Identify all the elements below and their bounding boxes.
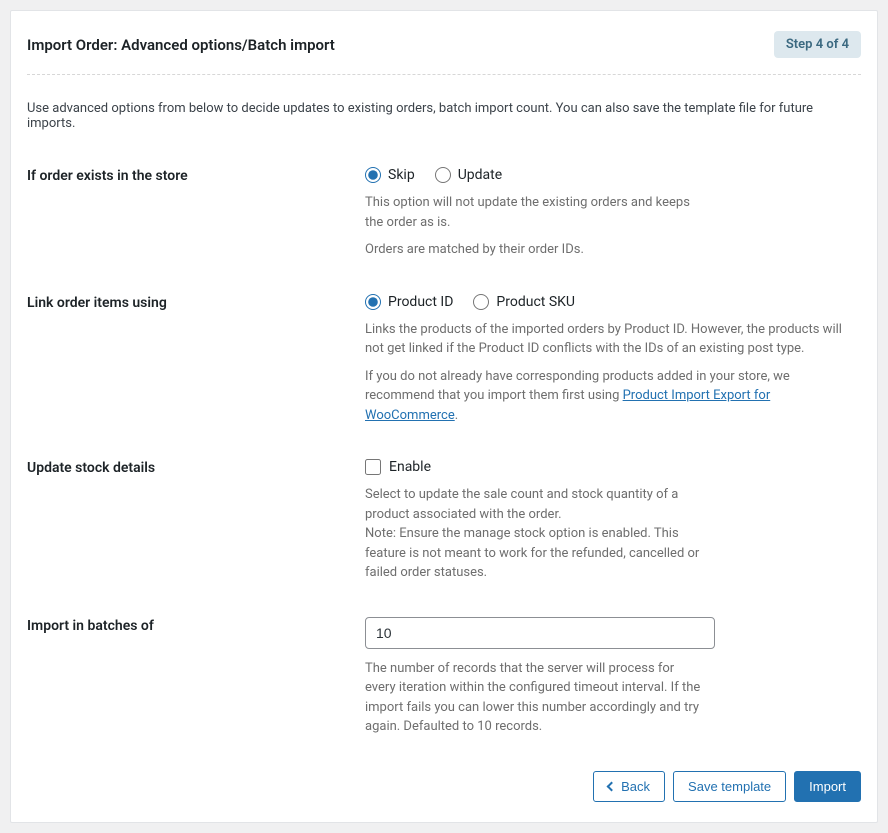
link-items-help-2: If you do not already have corresponding… — [365, 367, 861, 426]
field-link-items: Link order items using Product ID Produc… — [27, 294, 861, 426]
radio-skip-label: Skip — [388, 167, 415, 183]
back-button-label: Back — [621, 779, 650, 794]
import-advanced-panel: Import Order: Advanced options/Batch imp… — [10, 10, 878, 823]
if-exists-radio-group: Skip Update — [365, 167, 861, 183]
stock-help-1: Select to update the sale count and stoc… — [365, 485, 705, 524]
stock-help-2: Note: Ensure the manage stock option is … — [365, 524, 705, 583]
page-title: Import Order: Advanced options/Batch imp… — [27, 36, 335, 54]
checkbox-enable-stock[interactable] — [365, 459, 381, 475]
if-exists-help-1: This option will not update the existing… — [365, 193, 705, 232]
page-description: Use advanced options from below to decid… — [27, 101, 861, 131]
save-template-button[interactable]: Save template — [673, 771, 786, 802]
field-stock-details: Update stock details Enable Select to up… — [27, 459, 861, 583]
chevron-left-icon — [607, 781, 617, 791]
radio-product-sku[interactable]: Product SKU — [473, 294, 575, 310]
label-link-items: Link order items using — [27, 294, 365, 311]
field-if-order-exists: If order exists in the store Skip Update… — [27, 167, 861, 260]
radio-update-label: Update — [458, 167, 502, 183]
radio-product-id-input[interactable] — [365, 294, 381, 310]
step-badge: Step 4 of 4 — [774, 31, 861, 58]
label-if-order-exists: If order exists in the store — [27, 167, 365, 184]
if-exists-help-2: Orders are matched by their order IDs. — [365, 240, 705, 260]
checkbox-enable-stock-label: Enable — [389, 459, 431, 475]
link-items-help-1: Links the products of the imported order… — [365, 320, 861, 359]
link-items-radio-group: Product ID Product SKU — [365, 294, 861, 310]
save-template-button-label: Save template — [688, 779, 771, 794]
label-stock-details: Update stock details — [27, 459, 365, 476]
back-button[interactable]: Back — [593, 771, 665, 802]
field-batches: Import in batches of The number of recor… — [27, 617, 861, 737]
radio-product-sku-label: Product SKU — [496, 294, 575, 310]
radio-update-input[interactable] — [435, 167, 451, 183]
radio-product-id[interactable]: Product ID — [365, 294, 453, 310]
button-row: Back Save template Import — [27, 771, 861, 802]
label-batches: Import in batches of — [27, 617, 365, 634]
batches-help: The number of records that the server wi… — [365, 659, 705, 737]
radio-skip-input[interactable] — [365, 167, 381, 183]
radio-product-id-label: Product ID — [388, 294, 453, 310]
radio-update[interactable]: Update — [435, 167, 502, 183]
radio-product-sku-input[interactable] — [473, 294, 489, 310]
radio-skip[interactable]: Skip — [365, 167, 415, 183]
panel-header: Import Order: Advanced options/Batch imp… — [27, 31, 861, 75]
link-items-help-2-suffix: . — [455, 408, 458, 423]
import-button-label: Import — [809, 779, 846, 794]
stock-enable-option: Enable — [365, 459, 861, 475]
import-button[interactable]: Import — [794, 771, 861, 802]
batch-size-input[interactable] — [365, 617, 715, 649]
